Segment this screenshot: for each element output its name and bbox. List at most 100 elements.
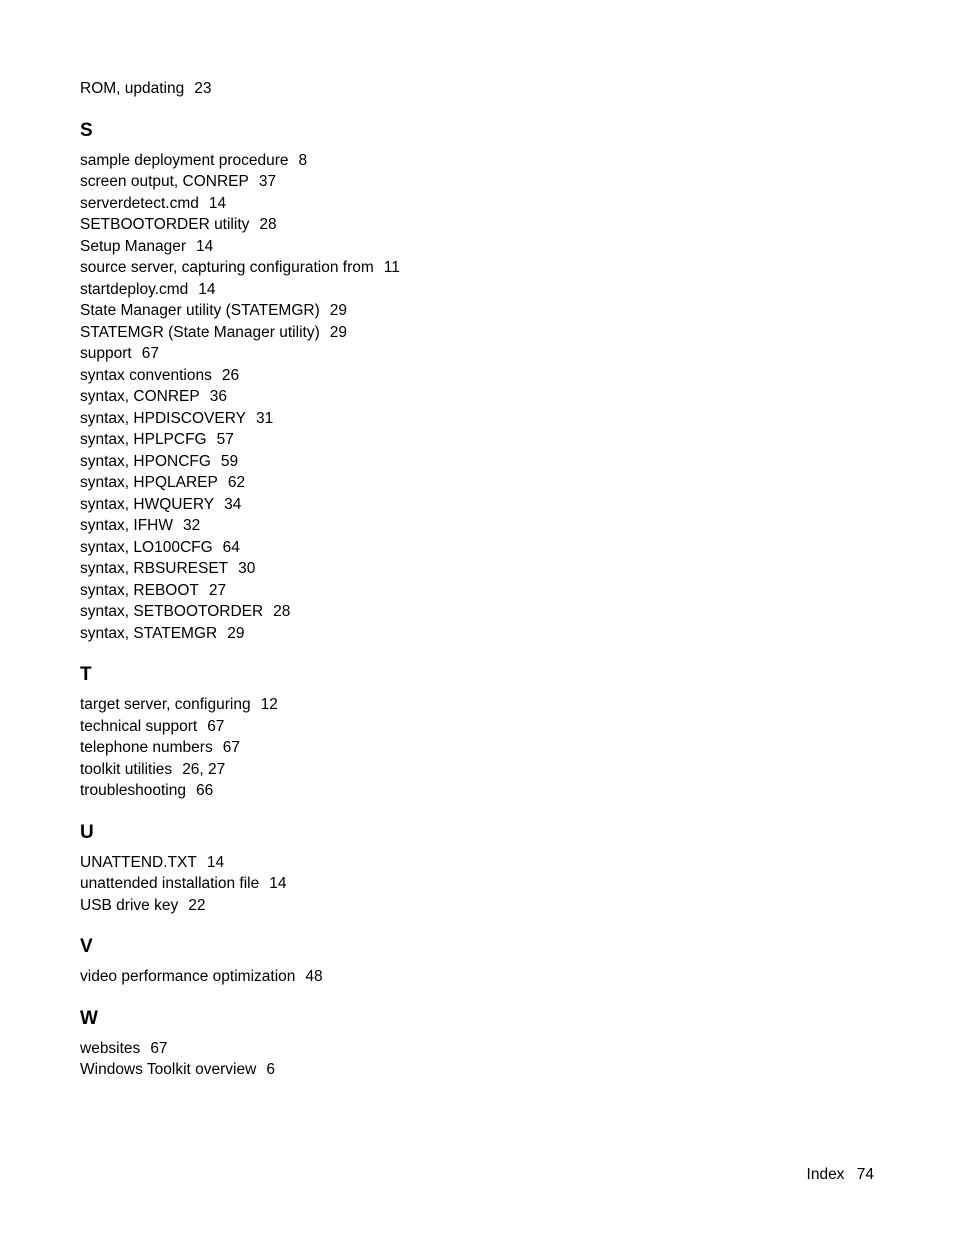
index-page-ref[interactable]: 29 bbox=[330, 324, 347, 341]
index-entry: technical support67 bbox=[80, 716, 874, 738]
index-term: telephone numbers bbox=[80, 739, 223, 756]
index-term: toolkit utilities bbox=[80, 761, 182, 778]
index-entry: syntax, HPONCFG59 bbox=[80, 451, 874, 473]
index-term: screen output, CONREP bbox=[80, 173, 259, 190]
index-page-ref[interactable]: 30 bbox=[238, 560, 255, 577]
index-term: syntax, RBSURESET bbox=[80, 560, 238, 577]
index-entry: syntax, HPLPCFG57 bbox=[80, 429, 874, 451]
index-page-ref[interactable]: 8 bbox=[299, 152, 308, 169]
index-page-ref[interactable]: 57 bbox=[217, 431, 234, 448]
page-footer: Index 74 bbox=[807, 1166, 874, 1184]
index-page-ref[interactable]: 67 bbox=[150, 1040, 167, 1057]
index-page-ref[interactable]: 27 bbox=[209, 582, 226, 599]
index-term: syntax, CONREP bbox=[80, 388, 210, 405]
index-term: Setup Manager bbox=[80, 238, 196, 255]
index-term: syntax, REBOOT bbox=[80, 582, 209, 599]
index-entry: State Manager utility (STATEMGR)29 bbox=[80, 300, 874, 322]
index-term: syntax, HPLPCFG bbox=[80, 431, 217, 448]
index-page-ref[interactable]: 59 bbox=[221, 453, 238, 470]
index-entry: ROM, updating23 bbox=[80, 78, 874, 100]
index-term: unattended installation file bbox=[80, 875, 269, 892]
index-entry: syntax, SETBOOTORDER28 bbox=[80, 601, 874, 623]
index-page-ref[interactable]: 26 bbox=[222, 367, 239, 384]
index-term: source server, capturing configuration f… bbox=[80, 259, 384, 276]
index-page-ref[interactable]: 32 bbox=[183, 517, 200, 534]
index-section-letter: V bbox=[80, 936, 874, 958]
index-page-ref[interactable]: 12 bbox=[261, 696, 278, 713]
index-term: State Manager utility (STATEMGR) bbox=[80, 302, 330, 319]
index-entry: sample deployment procedure8 bbox=[80, 150, 874, 172]
index-page-ref[interactable]: 67 bbox=[142, 345, 159, 362]
index-entry: syntax, RBSURESET30 bbox=[80, 558, 874, 580]
index-page-ref[interactable]: 29 bbox=[227, 625, 244, 642]
index-entry: syntax, LO100CFG64 bbox=[80, 537, 874, 559]
index-term: syntax conventions bbox=[80, 367, 222, 384]
index-term: syntax, HPDISCOVERY bbox=[80, 410, 256, 427]
index-term: syntax, SETBOOTORDER bbox=[80, 603, 273, 620]
index-term: video performance optimization bbox=[80, 968, 305, 985]
index-term: support bbox=[80, 345, 142, 362]
index-term: syntax, STATEMGR bbox=[80, 625, 227, 642]
index-entry: support67 bbox=[80, 343, 874, 365]
index-term: syntax, HWQUERY bbox=[80, 496, 224, 513]
footer-page-number: 74 bbox=[857, 1166, 874, 1183]
index-entry: target server, configuring12 bbox=[80, 694, 874, 716]
index-term: STATEMGR (State Manager utility) bbox=[80, 324, 330, 341]
index-page-ref[interactable]: 14 bbox=[269, 875, 286, 892]
index-term: ROM, updating bbox=[80, 80, 194, 97]
index-page-ref[interactable]: 31 bbox=[256, 410, 273, 427]
index-page-ref[interactable]: 64 bbox=[223, 539, 240, 556]
index-entry: startdeploy.cmd14 bbox=[80, 279, 874, 301]
index-page-ref[interactable]: 28 bbox=[259, 216, 276, 233]
page: ROM, updating23Ssample deployment proced… bbox=[0, 0, 954, 1235]
index-entry: serverdetect.cmd14 bbox=[80, 193, 874, 215]
index-page-ref[interactable]: 14 bbox=[209, 195, 226, 212]
index-page-ref[interactable]: 14 bbox=[196, 238, 213, 255]
index-page-ref[interactable]: 66 bbox=[196, 782, 213, 799]
index-term: sample deployment procedure bbox=[80, 152, 299, 169]
index-page-ref[interactable]: 34 bbox=[224, 496, 241, 513]
index-term: target server, configuring bbox=[80, 696, 261, 713]
index-section-letter: T bbox=[80, 664, 874, 686]
index-section-letter: W bbox=[80, 1008, 874, 1030]
index-page-ref[interactable]: 22 bbox=[188, 897, 205, 914]
index-page-ref[interactable]: 6 bbox=[266, 1061, 275, 1078]
index-page-ref[interactable]: 37 bbox=[259, 173, 276, 190]
index-entry: telephone numbers67 bbox=[80, 737, 874, 759]
index-entry: screen output, CONREP37 bbox=[80, 171, 874, 193]
index-entry: syntax, HWQUERY34 bbox=[80, 494, 874, 516]
index-page-ref[interactable]: 36 bbox=[210, 388, 227, 405]
index-entry: Windows Toolkit overview6 bbox=[80, 1059, 874, 1081]
index-page-ref[interactable]: 23 bbox=[194, 80, 211, 97]
index-page-ref[interactable]: 26, 27 bbox=[182, 761, 225, 778]
index-term: syntax, HPQLAREP bbox=[80, 474, 228, 491]
index-page-ref[interactable]: 62 bbox=[228, 474, 245, 491]
index-term: troubleshooting bbox=[80, 782, 196, 799]
index-entry: syntax, HPQLAREP62 bbox=[80, 472, 874, 494]
index-entry: UNATTEND.TXT14 bbox=[80, 852, 874, 874]
index-term: USB drive key bbox=[80, 897, 188, 914]
index-page-ref[interactable]: 11 bbox=[384, 259, 400, 276]
index-page-ref[interactable]: 28 bbox=[273, 603, 290, 620]
index-page-ref[interactable]: 48 bbox=[305, 968, 322, 985]
index-page-ref[interactable]: 29 bbox=[330, 302, 347, 319]
index-page-ref[interactable]: 14 bbox=[207, 854, 224, 871]
index-term: Windows Toolkit overview bbox=[80, 1061, 266, 1078]
index-entry: Setup Manager14 bbox=[80, 236, 874, 258]
index-entry: syntax, CONREP36 bbox=[80, 386, 874, 408]
index-page-ref[interactable]: 14 bbox=[198, 281, 215, 298]
index-entry: troubleshooting66 bbox=[80, 780, 874, 802]
index-entry: syntax conventions26 bbox=[80, 365, 874, 387]
index-content: ROM, updating23Ssample deployment proced… bbox=[80, 78, 874, 1081]
index-term: syntax, LO100CFG bbox=[80, 539, 223, 556]
index-term: startdeploy.cmd bbox=[80, 281, 198, 298]
index-page-ref[interactable]: 67 bbox=[223, 739, 240, 756]
index-term: syntax, IFHW bbox=[80, 517, 183, 534]
index-entry: toolkit utilities26, 27 bbox=[80, 759, 874, 781]
index-entry: syntax, HPDISCOVERY31 bbox=[80, 408, 874, 430]
index-term: websites bbox=[80, 1040, 150, 1057]
index-entry: unattended installation file14 bbox=[80, 873, 874, 895]
index-page-ref[interactable]: 67 bbox=[207, 718, 224, 735]
footer-label: Index bbox=[807, 1166, 853, 1183]
index-entry: SETBOOTORDER utility28 bbox=[80, 214, 874, 236]
